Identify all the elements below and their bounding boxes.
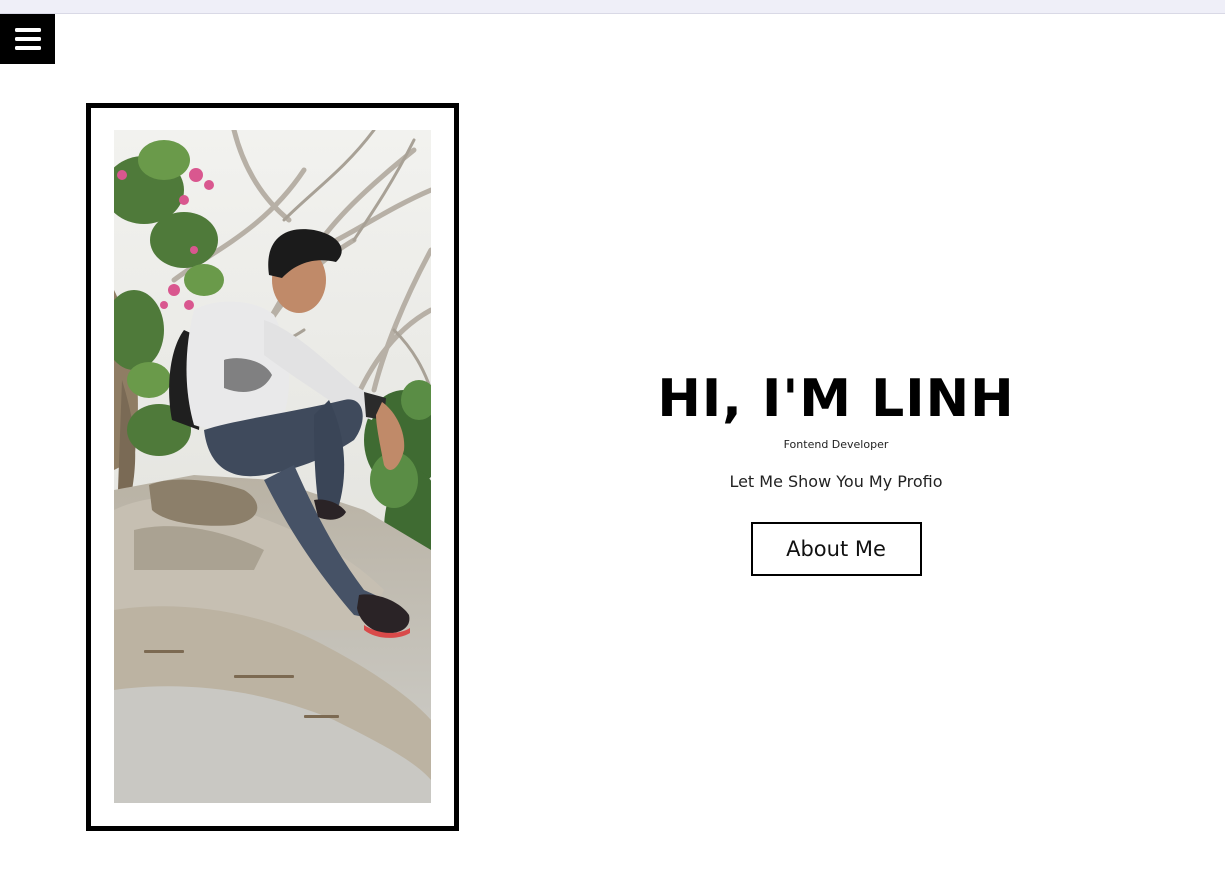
menu-button[interactable] (0, 14, 55, 64)
hamburger-menu-icon (14, 28, 41, 50)
profile-photo-frame (86, 103, 459, 831)
hero-tagline: Let Me Show You My Profio (729, 472, 943, 491)
hero-section: HI, I'M LINH Fontend Developer Let Me Sh… (600, 360, 1072, 576)
top-strip (0, 0, 1225, 14)
hero-role: Fontend Developer (783, 438, 889, 451)
about-me-button[interactable]: About Me (750, 522, 922, 576)
hero-title: HI, I'M LINH (657, 369, 1015, 429)
profile-photo (114, 130, 431, 803)
